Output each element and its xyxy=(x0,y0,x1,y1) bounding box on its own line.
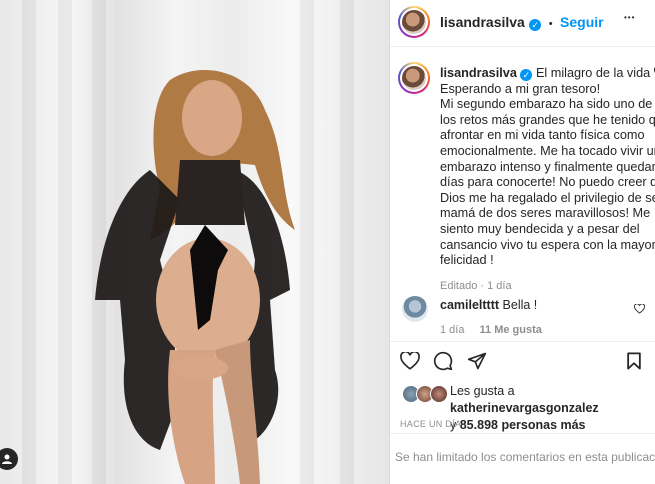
liker-avatar xyxy=(430,385,448,403)
follow-button[interactable]: Seguir xyxy=(560,14,604,30)
caption-line: embarazo intenso y finalmente quedan xyxy=(440,159,655,174)
face xyxy=(182,80,242,156)
caption-line: mamá de dos seres maravillosos! Me xyxy=(440,206,651,221)
commenter-avatar[interactable] xyxy=(402,296,428,322)
caption-line: afrontar en mi vida tanto física como xyxy=(440,128,645,143)
comment-icon[interactable] xyxy=(433,351,453,371)
verified-badge-icon: ✓ xyxy=(520,69,533,81)
more-options-icon[interactable]: ••• xyxy=(624,13,635,22)
divider xyxy=(390,341,655,342)
comments-limited-notice: Se han limitado los comentarios en esta … xyxy=(395,450,655,464)
comment-likes[interactable]: 11 Me gusta xyxy=(480,324,542,336)
post-photo[interactable] xyxy=(0,0,390,484)
photo-illustration xyxy=(95,70,295,484)
caption-line: días para conocerte! No puedo creer que xyxy=(440,175,655,190)
caption-line: los retos más grandes que he tenido que xyxy=(440,112,655,127)
author-username[interactable]: lisandrasilva xyxy=(440,14,525,30)
comment: camileltttt Bella ! xyxy=(440,298,537,312)
caption-avatar[interactable] xyxy=(398,62,430,94)
caption-line: Esperando a mi gran tesoro! xyxy=(440,81,601,96)
comment-meta: 1 día 11 Me gusta xyxy=(440,324,542,336)
caption-line: Mi segundo embarazo ha sido uno de xyxy=(440,97,653,112)
comment-like-icon[interactable] xyxy=(634,304,645,314)
edited-label: Editado xyxy=(440,279,478,292)
edited-time: 1 día xyxy=(487,279,512,292)
likes-prefix: Les gusta a xyxy=(450,384,515,398)
caption-text: lisandrasilva ✓ El milagro de la vida Es… xyxy=(440,66,655,294)
share-icon[interactable] xyxy=(467,351,487,371)
caption-line: emocionalmente. Me ha tocado vivir un xyxy=(440,143,655,158)
caption-line: cansancio vivo tu espera con la mayor xyxy=(440,237,655,252)
liker-username[interactable]: katherinevargasgonzalez xyxy=(450,401,599,415)
post-side-panel: lisandrasilva ✓ • Seguir ••• lisandrasil… xyxy=(390,0,655,484)
save-bookmark-icon[interactable] xyxy=(626,352,642,370)
comment-time: 1 día xyxy=(440,324,465,336)
comment-text: Bella ! xyxy=(502,298,538,312)
caption-line: siento muy bendecida y a pesar del xyxy=(440,221,640,236)
like-icon[interactable] xyxy=(400,352,420,370)
caption-username[interactable]: lisandrasilva xyxy=(440,66,517,80)
caption-line: Dios me ha regalado el privilegio de ser xyxy=(440,190,655,205)
post-timestamp[interactable]: HACE UN DÍA xyxy=(400,419,461,429)
caption-line: felicidad ! xyxy=(440,253,494,268)
caption-line: El milagro de la vida xyxy=(535,66,651,80)
likes-count[interactable]: 85.898 personas más xyxy=(460,418,586,432)
likes-summary: Les gusta a katherinevargasgonzalez y 85… xyxy=(450,383,655,434)
divider xyxy=(390,433,655,434)
verified-badge-icon: ✓ xyxy=(529,19,542,31)
author-avatar[interactable] xyxy=(398,6,430,38)
caption-meta: Editado · 1 día xyxy=(440,279,512,292)
post-header: lisandrasilva ✓ • Seguir ••• xyxy=(390,0,655,47)
separator-dot: • xyxy=(548,18,553,30)
commenter-username[interactable]: camileltttt xyxy=(440,298,499,312)
